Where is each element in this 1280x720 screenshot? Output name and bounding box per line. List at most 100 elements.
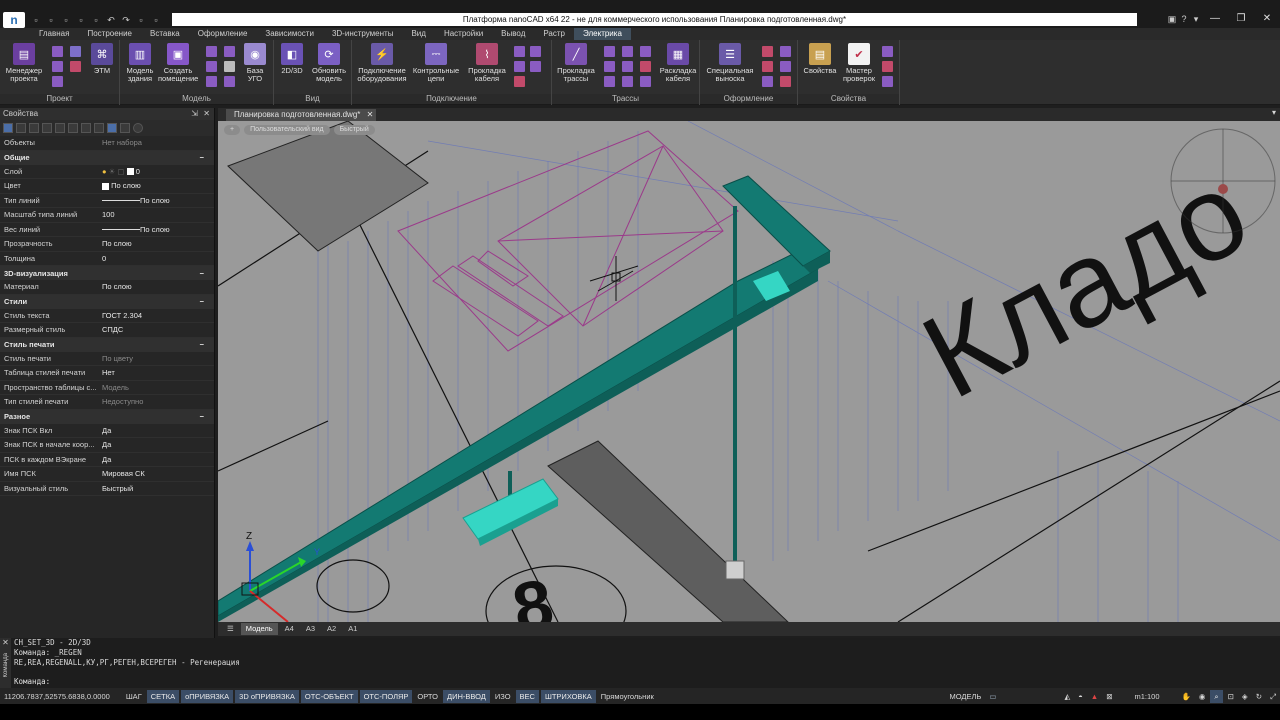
- tool-icon[interactable]: [52, 76, 63, 87]
- prop-row-ucs-name[interactable]: Имя ПСК Мировая СК: [0, 467, 214, 482]
- prop-row-visual-style[interactable]: Визуальный стиль Быстрый: [0, 482, 214, 496]
- properties-button[interactable]: ▤ Свойства: [800, 43, 840, 93]
- tab-a4[interactable]: A4: [280, 623, 299, 635]
- tool-icon[interactable]: [206, 76, 217, 87]
- tool-icon[interactable]: [224, 46, 235, 57]
- tab-settings[interactable]: Настройки: [435, 28, 492, 40]
- new-file-icon[interactable]: ▫: [30, 14, 42, 26]
- etm-button[interactable]: ⌘ ЭТМ: [82, 43, 122, 93]
- section-styles[interactable]: Стили −: [0, 294, 214, 309]
- prop-row-linetype-scale[interactable]: Масштаб типа линий 100: [0, 208, 214, 223]
- drawing-viewport[interactable]: + Пользовательский вид Быстрый 8 Кладо Z…: [218, 121, 1280, 622]
- tab-output[interactable]: Вывод: [492, 28, 534, 40]
- tool-icon[interactable]: [52, 61, 63, 72]
- tool-icon[interactable]: [882, 61, 893, 72]
- tab-raster[interactable]: Растр: [534, 28, 574, 40]
- tool-icon[interactable]: [762, 76, 773, 87]
- space-indicator[interactable]: МОДЕЛЬ: [946, 690, 986, 703]
- collapse-icon[interactable]: −: [200, 269, 204, 278]
- coordinates-readout[interactable]: 11206.7837,52575.6838,0.0000: [0, 690, 114, 703]
- prop-row-plot-style[interactable]: Стиль печати По цвету: [0, 352, 214, 366]
- prop-row-plot-table-space[interactable]: Пространство таблицы с... Модель: [0, 381, 214, 395]
- prop-row-material[interactable]: Материал По слою: [0, 280, 214, 295]
- 2d-3d-button[interactable]: ◧ 2D/3D: [274, 43, 310, 93]
- building-model-button[interactable]: ▥ Модель здания: [120, 43, 160, 93]
- tool-icon[interactable]: [514, 76, 525, 87]
- update-model-button[interactable]: ⟳ Обновить модель: [308, 43, 350, 93]
- tool-icon[interactable]: [762, 46, 773, 57]
- selection-mode[interactable]: Прямоугольник: [597, 690, 658, 703]
- prop-row-linetype[interactable]: Тип линий По слою: [0, 194, 214, 208]
- select-objects-icon[interactable]: [3, 123, 13, 133]
- toggle-grid[interactable]: СЕТКА: [146, 689, 180, 703]
- tab-menu-icon[interactable]: ▾: [1272, 108, 1276, 117]
- section-general[interactable]: Общие −: [0, 150, 214, 165]
- tab-3d-tools[interactable]: 3D-инструменты: [323, 28, 403, 40]
- pan-icon[interactable]: ✋: [1178, 690, 1195, 703]
- refresh-icon[interactable]: ↻: [1252, 690, 1266, 703]
- collapse-icon[interactable]: −: [200, 153, 204, 162]
- select-icon[interactable]: [42, 123, 52, 133]
- prop-row-dim-style[interactable]: Размерный стиль СПДС: [0, 323, 214, 338]
- tool-icon[interactable]: [514, 61, 525, 72]
- cable-routing-button[interactable]: ⌇ Прокладка кабеля: [464, 43, 510, 93]
- tool-icon[interactable]: [514, 46, 525, 57]
- tool-icon[interactable]: [780, 76, 791, 87]
- prop-row-plot-style-type[interactable]: Тип стилей печати Недоступно: [0, 395, 214, 410]
- tool-icon[interactable]: [70, 61, 81, 72]
- sort-icon[interactable]: [120, 123, 130, 133]
- layout-list-icon[interactable]: ☰: [222, 623, 239, 635]
- tool-icon[interactable]: [206, 46, 217, 57]
- prop-row-plot-style-table[interactable]: Таблица стилей печати Нет: [0, 366, 214, 381]
- prop-row-color[interactable]: Цвет По слою: [0, 179, 214, 194]
- orbit-icon[interactable]: ◉: [1195, 690, 1210, 703]
- tool-icon[interactable]: [640, 76, 651, 87]
- special-leader-button[interactable]: ☰ Специальная выноска: [702, 43, 758, 93]
- close-file-icon[interactable]: ▫: [90, 14, 102, 26]
- check-wizard-button[interactable]: ✔ Мастер проверок: [838, 43, 880, 93]
- close-icon[interactable]: ✕: [203, 108, 210, 120]
- tool-icon[interactable]: [882, 46, 893, 57]
- annotation-icon[interactable]: ◭: [1060, 690, 1074, 703]
- tool-icon[interactable]: [206, 61, 217, 72]
- toggle-dyn-input[interactable]: ДИН-ВВОД: [442, 689, 490, 703]
- section-misc[interactable]: Разное −: [0, 409, 214, 424]
- tool-icon[interactable]: [604, 46, 615, 57]
- open-file-icon[interactable]: ▫: [45, 14, 57, 26]
- minimize-button[interactable]: —: [1202, 12, 1228, 26]
- tool-icon[interactable]: [622, 61, 633, 72]
- prop-row-thickness[interactable]: Толщина 0: [0, 252, 214, 266]
- scale-icon[interactable]: ⊠: [1102, 690, 1116, 703]
- tool-icon[interactable]: [52, 46, 63, 57]
- tab-constraints[interactable]: Зависимости: [256, 28, 323, 40]
- tool-icon[interactable]: [530, 61, 541, 72]
- cut-selection-icon[interactable]: [94, 123, 104, 133]
- cable-layout-button[interactable]: ▦ Раскладка кабеля: [656, 43, 700, 93]
- command-window-handle[interactable]: ✕ Команда: [0, 638, 11, 688]
- tab-electrical[interactable]: Электрика: [574, 28, 631, 40]
- prop-row-ucs-icon-on[interactable]: Знак ПСК Вкл Да: [0, 424, 214, 438]
- connect-equipment-button[interactable]: ⚡ Подключение оборудования: [354, 43, 410, 93]
- prop-row-ucs-icon-origin[interactable]: Знак ПСК в начале коор... Да: [0, 438, 214, 453]
- tab-build[interactable]: Построение: [78, 28, 141, 40]
- undo-icon[interactable]: ↶: [105, 14, 117, 26]
- pin-icon[interactable]: ⇲: [191, 108, 198, 120]
- annotation-scale[interactable]: m1:100: [1131, 690, 1164, 703]
- prop-row-layer[interactable]: Слой ● ☀ ▢ 0: [0, 165, 214, 179]
- collapse-icon[interactable]: −: [200, 340, 204, 349]
- collapse-icon[interactable]: −: [200, 297, 204, 306]
- tool-icon[interactable]: [882, 76, 893, 87]
- command-input[interactable]: [14, 676, 1274, 687]
- tool-icon[interactable]: [70, 46, 81, 57]
- toggle-otrack[interactable]: ОТС-ОБЪЕКТ: [300, 689, 358, 703]
- tab-view[interactable]: Вид: [402, 28, 434, 40]
- section-plot-style[interactable]: Стиль печати −: [0, 337, 214, 352]
- lightbulb-icon[interactable]: ◓: [1074, 690, 1087, 703]
- tool-icon[interactable]: [780, 46, 791, 57]
- tool-icon[interactable]: [530, 46, 541, 57]
- tab-insert[interactable]: Вставка: [141, 28, 189, 40]
- tool-icon[interactable]: [622, 46, 633, 57]
- help-menu-icon[interactable]: ▾: [1190, 13, 1202, 25]
- tab-a3[interactable]: A3: [301, 623, 320, 635]
- tool-icon[interactable]: [224, 76, 235, 87]
